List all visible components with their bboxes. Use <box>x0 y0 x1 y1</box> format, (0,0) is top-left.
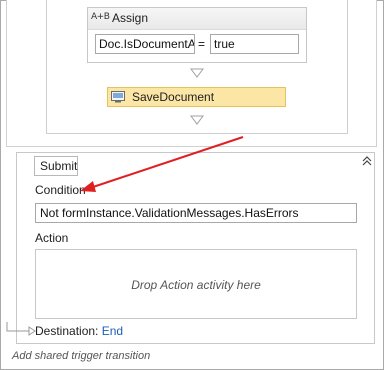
destination-target-link[interactable]: End <box>102 324 123 338</box>
trigger-submit[interactable]: Submit <box>34 156 78 176</box>
action-drop-zone[interactable]: Drop Action activity here <box>35 249 357 319</box>
assign-to-field[interactable]: Doc.IsDocumentAc <box>95 34 195 54</box>
add-shared-trigger-link[interactable]: Add shared trigger transition <box>12 350 150 362</box>
save-document-activity[interactable]: SaveDocument <box>107 87 286 107</box>
flow-arrow-down-icon <box>190 68 204 78</box>
destination-row: Destination: End <box>35 324 123 338</box>
assign-title: Assign <box>112 11 149 25</box>
destination-connector-icon <box>6 322 36 336</box>
destination-label: Destination: <box>35 324 99 338</box>
assign-icon: A+B <box>91 12 110 22</box>
save-document-label: SaveDocument <box>132 90 215 104</box>
double-chevron-up-icon[interactable] <box>361 155 373 167</box>
assign-header[interactable]: A+B Assign <box>88 8 306 30</box>
flow-arrow-down-icon <box>190 115 204 125</box>
assign-activity[interactable]: A+B Assign Doc.IsDocumentAc = true <box>87 7 307 63</box>
assign-operator: = <box>198 37 206 51</box>
activity-icon <box>111 91 125 103</box>
condition-field[interactable]: Not formInstance.ValidationMessages.HasE… <box>35 203 357 223</box>
action-placeholder: Drop Action activity here <box>131 278 261 292</box>
assign-value-field[interactable]: true <box>210 34 299 54</box>
condition-label: Condition <box>35 183 86 197</box>
action-label: Action <box>35 231 69 245</box>
